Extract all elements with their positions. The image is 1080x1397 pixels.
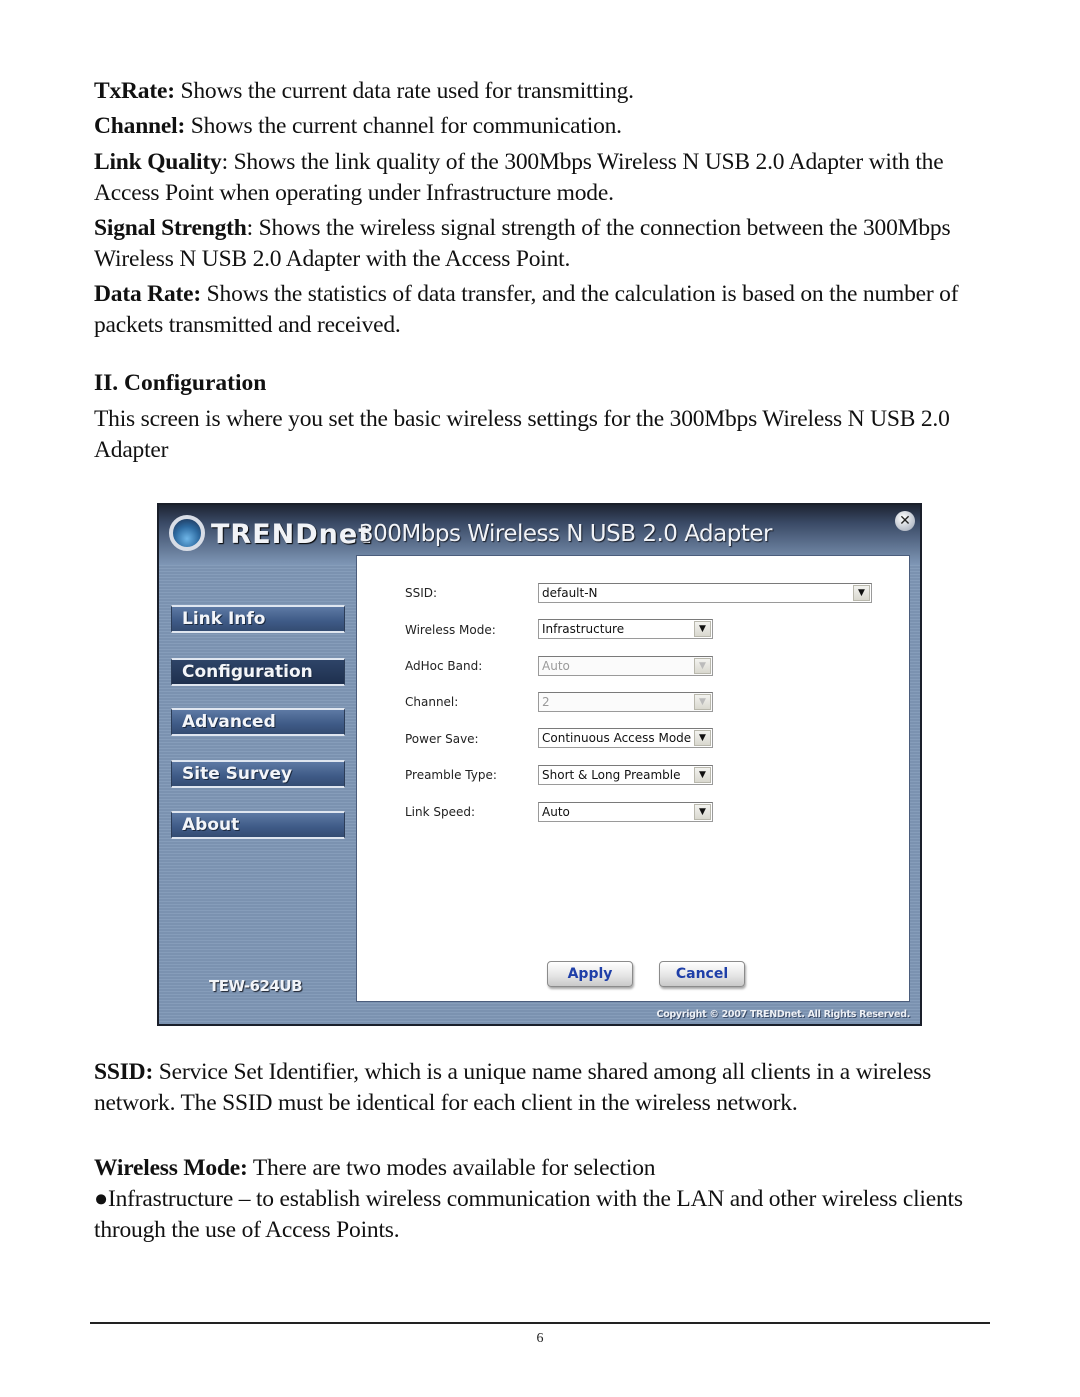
chevron-down-icon[interactable]: ▼ bbox=[694, 804, 711, 820]
preamble-type-value: Short & Long Preamble bbox=[542, 768, 681, 782]
nav-site-survey[interactable]: Site Survey bbox=[171, 760, 345, 788]
chevron-down-icon[interactable]: ▼ bbox=[694, 730, 711, 746]
cancel-button[interactable]: Cancel bbox=[659, 961, 745, 987]
term: Wireless Mode: bbox=[94, 1155, 248, 1181]
definition-data-rate: Data Rate: Shows the statistics of data … bbox=[94, 279, 994, 340]
channel-value: 2 bbox=[542, 695, 550, 709]
link-speed-select[interactable]: Auto ▼ bbox=[538, 802, 713, 822]
term: Link Quality bbox=[94, 149, 222, 175]
definition-channel: Channel: Shows the current channel for c… bbox=[94, 111, 994, 142]
definition-txrate: TxRate: Shows the current data rate used… bbox=[94, 76, 994, 107]
chevron-down-icon[interactable]: ▼ bbox=[853, 585, 870, 601]
page-number: 6 bbox=[536, 1331, 544, 1346]
copyright-notice: Copyright © 2007 TRENDnet. All Rights Re… bbox=[656, 1009, 911, 1020]
term: SSID: bbox=[94, 1059, 154, 1085]
nav-link-info[interactable]: Link Info bbox=[171, 605, 345, 633]
bullet-infrastructure: ●Infrastructure – to establish wireless … bbox=[94, 1186, 963, 1243]
close-icon[interactable]: ✕ bbox=[895, 511, 915, 531]
link-speed-value: Auto bbox=[542, 805, 570, 819]
definition-text: Shows the statistics of data transfer, a… bbox=[94, 281, 959, 338]
link-speed-label: Link Speed: bbox=[405, 805, 476, 819]
term: TxRate: bbox=[94, 78, 175, 104]
chevron-down-icon: ▼ bbox=[694, 658, 711, 674]
apply-button[interactable]: Apply bbox=[547, 961, 633, 987]
definition-text: Shows the current data rate used for tra… bbox=[174, 78, 635, 104]
chevron-down-icon[interactable]: ▼ bbox=[694, 767, 711, 783]
power-save-value: Continuous Access Mode bbox=[542, 731, 692, 745]
brand-name: TRENDnet bbox=[211, 519, 373, 550]
ssid-label: SSID: bbox=[405, 586, 438, 600]
adhoc-band-select: Auto ▼ bbox=[538, 656, 713, 676]
definition-text: Service Set Identifier, which is a uniqu… bbox=[94, 1059, 932, 1116]
channel-label: Channel: bbox=[405, 695, 459, 709]
definition-text: There are two modes available for select… bbox=[247, 1155, 656, 1181]
section-heading: II. Configuration bbox=[94, 370, 267, 396]
channel-select: 2 ▼ bbox=[538, 692, 713, 712]
nav-advanced[interactable]: Advanced bbox=[171, 708, 345, 736]
model-label: TEW-624UB bbox=[209, 977, 303, 995]
nav-configuration[interactable]: Configuration bbox=[171, 658, 345, 686]
preamble-type-select[interactable]: Short & Long Preamble ▼ bbox=[538, 765, 713, 785]
configuration-panel: SSID: default-N ▼ Wireless Mode: Infrast… bbox=[356, 555, 910, 1002]
wireless-mode-select[interactable]: Infrastructure ▼ bbox=[538, 619, 713, 639]
chevron-down-icon[interactable]: ▼ bbox=[694, 621, 711, 637]
adhoc-band-label: AdHoc Band: bbox=[405, 659, 483, 673]
power-save-select[interactable]: Continuous Access Mode ▼ bbox=[538, 728, 713, 748]
term: Channel: bbox=[94, 113, 186, 139]
preamble-type-label: Preamble Type: bbox=[405, 768, 497, 782]
chevron-down-icon: ▼ bbox=[694, 694, 711, 710]
definition-wireless-mode: Wireless Mode: There are two modes avail… bbox=[94, 1153, 994, 1184]
definition-text: Shows the current channel for communicat… bbox=[185, 113, 622, 139]
term: Data Rate: bbox=[94, 281, 201, 307]
app-window: TRENDnet 300Mbps Wireless N USB 2.0 Adap… bbox=[157, 503, 922, 1026]
trendnet-logo-icon bbox=[169, 515, 205, 551]
definition-ssid: SSID: Service Set Identifier, which is a… bbox=[94, 1057, 994, 1118]
wireless-mode-value: Infrastructure bbox=[542, 622, 625, 636]
product-title: 300Mbps Wireless N USB 2.0 Adapter bbox=[359, 521, 772, 547]
nav-about[interactable]: About bbox=[171, 811, 345, 839]
power-save-label: Power Save: bbox=[405, 732, 479, 746]
section-description: This screen is where you set the basic w… bbox=[94, 406, 950, 463]
definition-signal-strength: Signal Strength: Shows the wireless sign… bbox=[94, 213, 994, 274]
ssid-combobox[interactable]: default-N ▼ bbox=[538, 583, 872, 603]
ssid-value: default-N bbox=[542, 586, 598, 600]
definition-link-quality: Link Quality: Shows the link quality of … bbox=[94, 147, 994, 208]
wireless-mode-label: Wireless Mode: bbox=[405, 623, 496, 637]
definition-text: : Shows the link quality of the 300Mbps … bbox=[94, 149, 944, 206]
adhoc-band-value: Auto bbox=[542, 659, 570, 673]
footer-divider bbox=[90, 1322, 990, 1324]
term: Signal Strength bbox=[94, 215, 247, 241]
